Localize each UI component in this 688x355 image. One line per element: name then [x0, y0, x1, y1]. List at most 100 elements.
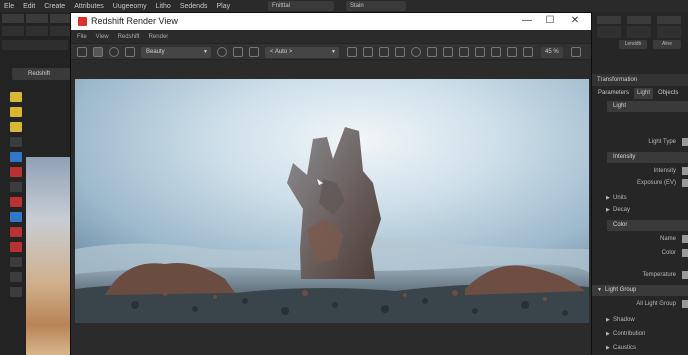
shadow-row[interactable]: ▶ Shadow	[591, 315, 688, 325]
globe-tool-icon[interactable]	[10, 287, 22, 297]
host-menu-create[interactable]: Create	[44, 3, 65, 10]
light-group-section-header[interactable]: ▼ Light Group	[591, 285, 688, 296]
render-start-icon[interactable]	[77, 47, 87, 57]
rv-menu-render[interactable]: Render	[149, 34, 169, 40]
contribution-expand-icon[interactable]: ▶	[606, 329, 610, 339]
render-canvas[interactable]	[75, 79, 589, 323]
rv-menu-file[interactable]: File	[77, 34, 87, 40]
camera-tool-icon[interactable]	[10, 212, 22, 222]
host-left-tab-icon[interactable]	[50, 26, 72, 36]
magnet-tool-icon[interactable]	[10, 257, 22, 267]
exposure-row: Exposure (EV)	[591, 178, 688, 188]
units-expand-icon[interactable]: ▶	[606, 193, 610, 203]
select-tool-icon[interactable]	[10, 92, 22, 102]
hexagon-icon[interactable]	[427, 47, 437, 57]
shadow-expand-icon[interactable]: ▶	[606, 315, 610, 325]
host-menu-geometry[interactable]: Uugeeomy	[113, 3, 147, 10]
right-tool-icon-button[interactable]	[597, 26, 621, 38]
display-dropdown[interactable]: Beauty ▼	[141, 47, 211, 58]
host-pill-right[interactable]: Stain	[346, 1, 406, 11]
tab-light[interactable]: Light	[634, 88, 654, 99]
name-field[interactable]	[682, 235, 688, 243]
rotate-tool-icon[interactable]	[10, 152, 22, 162]
image-icon[interactable]	[507, 47, 517, 57]
tab-objects[interactable]: Objects	[655, 88, 681, 99]
ipr-icon[interactable]	[125, 47, 135, 57]
refresh-small-icon[interactable]	[475, 47, 485, 57]
units-row[interactable]: ▶ Units	[591, 193, 688, 203]
render-tool-icon[interactable]	[10, 227, 22, 237]
host-pill-left[interactable]: Fnitttal	[268, 1, 334, 11]
dots-icon[interactable]	[379, 47, 389, 57]
expand-icon[interactable]	[571, 47, 581, 57]
caustics-row[interactable]: ▶ Caustics	[591, 343, 688, 353]
host-menu-file[interactable]: Ele	[4, 3, 14, 10]
lock-icon[interactable]	[347, 47, 357, 57]
aov-dropdown[interactable]: < Auto > ▼	[265, 47, 339, 58]
tab-parameters[interactable]: Parameters	[595, 88, 632, 99]
decay-expand-icon[interactable]: ▶	[606, 205, 610, 215]
temperature-field[interactable]	[682, 271, 688, 279]
host-menu-attributes[interactable]: Attributes	[74, 3, 104, 10]
contribution-row[interactable]: ▶ Contribution	[591, 329, 688, 339]
render-view-menubar: File View Redshift Render	[71, 30, 591, 43]
transformation-section[interactable]: Transformation	[591, 74, 688, 86]
light-section-header[interactable]: Light	[607, 101, 688, 112]
redshift-render-button[interactable]: Redshift	[12, 68, 70, 80]
host-left-tab-icon[interactable]	[2, 26, 24, 36]
rv-menu-redshift[interactable]: Redshift	[118, 34, 140, 40]
color-swatch[interactable]	[682, 249, 688, 257]
sphere-tool-icon[interactable]	[10, 272, 22, 282]
crop-icon[interactable]	[233, 47, 243, 57]
right-pill-right[interactable]: Alne	[653, 40, 681, 49]
host-menu-edit[interactable]: Edit	[23, 3, 35, 10]
host-left-tab-icon[interactable]	[26, 26, 48, 36]
color-picker-icon[interactable]	[217, 47, 227, 57]
aov-dropdown-value: < Auto >	[270, 49, 293, 55]
right-tool-button[interactable]	[657, 16, 681, 24]
exposure-field[interactable]	[682, 179, 688, 187]
move-tool-icon[interactable]	[10, 137, 22, 147]
sparkle-icon[interactable]	[395, 47, 405, 57]
light-type-field[interactable]	[682, 138, 688, 146]
maximize-button[interactable]: ☐	[543, 15, 557, 27]
intensity-section-header[interactable]: Intensity	[607, 152, 688, 163]
right-tool-button[interactable]	[627, 16, 651, 24]
color-section-header[interactable]: Color	[607, 220, 688, 231]
paint-tool-icon[interactable]	[10, 122, 22, 132]
all-light-group-field[interactable]	[682, 300, 688, 308]
circle-icon[interactable]	[411, 47, 421, 57]
zoom-level[interactable]: 45 %	[541, 47, 563, 58]
lasso-tool-icon[interactable]	[10, 107, 22, 117]
decay-row[interactable]: ▶ Decay	[591, 205, 688, 215]
close-button[interactable]: ✕	[568, 15, 582, 27]
minimize-button[interactable]: —	[520, 15, 534, 27]
star-icon[interactable]	[459, 47, 469, 57]
host-left-tab[interactable]	[2, 14, 24, 23]
host-menu-lights[interactable]: Litho	[156, 3, 171, 10]
host-menu-play[interactable]: Play	[216, 3, 230, 10]
host-left-tab[interactable]	[50, 14, 72, 23]
right-tool-icon-button[interactable]	[657, 26, 681, 38]
scale-tool-icon[interactable]	[10, 167, 22, 177]
host-menu-selection[interactable]: Sedends	[180, 3, 208, 10]
ipr-tool-icon[interactable]	[10, 242, 22, 252]
rv-menu-view[interactable]: View	[96, 34, 109, 40]
snap-tool-icon[interactable]	[10, 182, 22, 192]
intensity-field[interactable]	[682, 167, 688, 175]
right-pill-left[interactable]: Lenddb	[619, 40, 647, 49]
host-left-tab[interactable]	[26, 14, 48, 23]
caustics-expand-icon[interactable]: ▶	[606, 343, 610, 353]
right-tool-icon-button[interactable]	[627, 26, 651, 38]
refresh-icon[interactable]	[109, 47, 119, 57]
render-view-titlebar[interactable]: Redshift Render View — ☐ ✕	[71, 13, 591, 30]
settings-gear-icon[interactable]	[443, 47, 453, 57]
grid-icon[interactable]	[363, 47, 373, 57]
name-row: Name	[591, 234, 688, 244]
region-icon[interactable]	[249, 47, 259, 57]
stop-icon[interactable]	[93, 47, 103, 57]
compare-icon[interactable]	[491, 47, 501, 57]
right-tool-button[interactable]	[597, 16, 621, 24]
tile-icon[interactable]	[523, 47, 533, 57]
light-tool-icon[interactable]	[10, 197, 22, 207]
